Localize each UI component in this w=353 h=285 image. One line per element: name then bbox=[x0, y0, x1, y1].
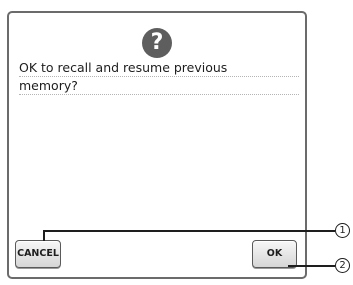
callout-leader-lines bbox=[43, 230, 335, 267]
callout-2-marker: 2 bbox=[335, 258, 350, 273]
callout-1-leader bbox=[43, 230, 335, 241]
callout-1-marker: 1 bbox=[335, 223, 350, 238]
